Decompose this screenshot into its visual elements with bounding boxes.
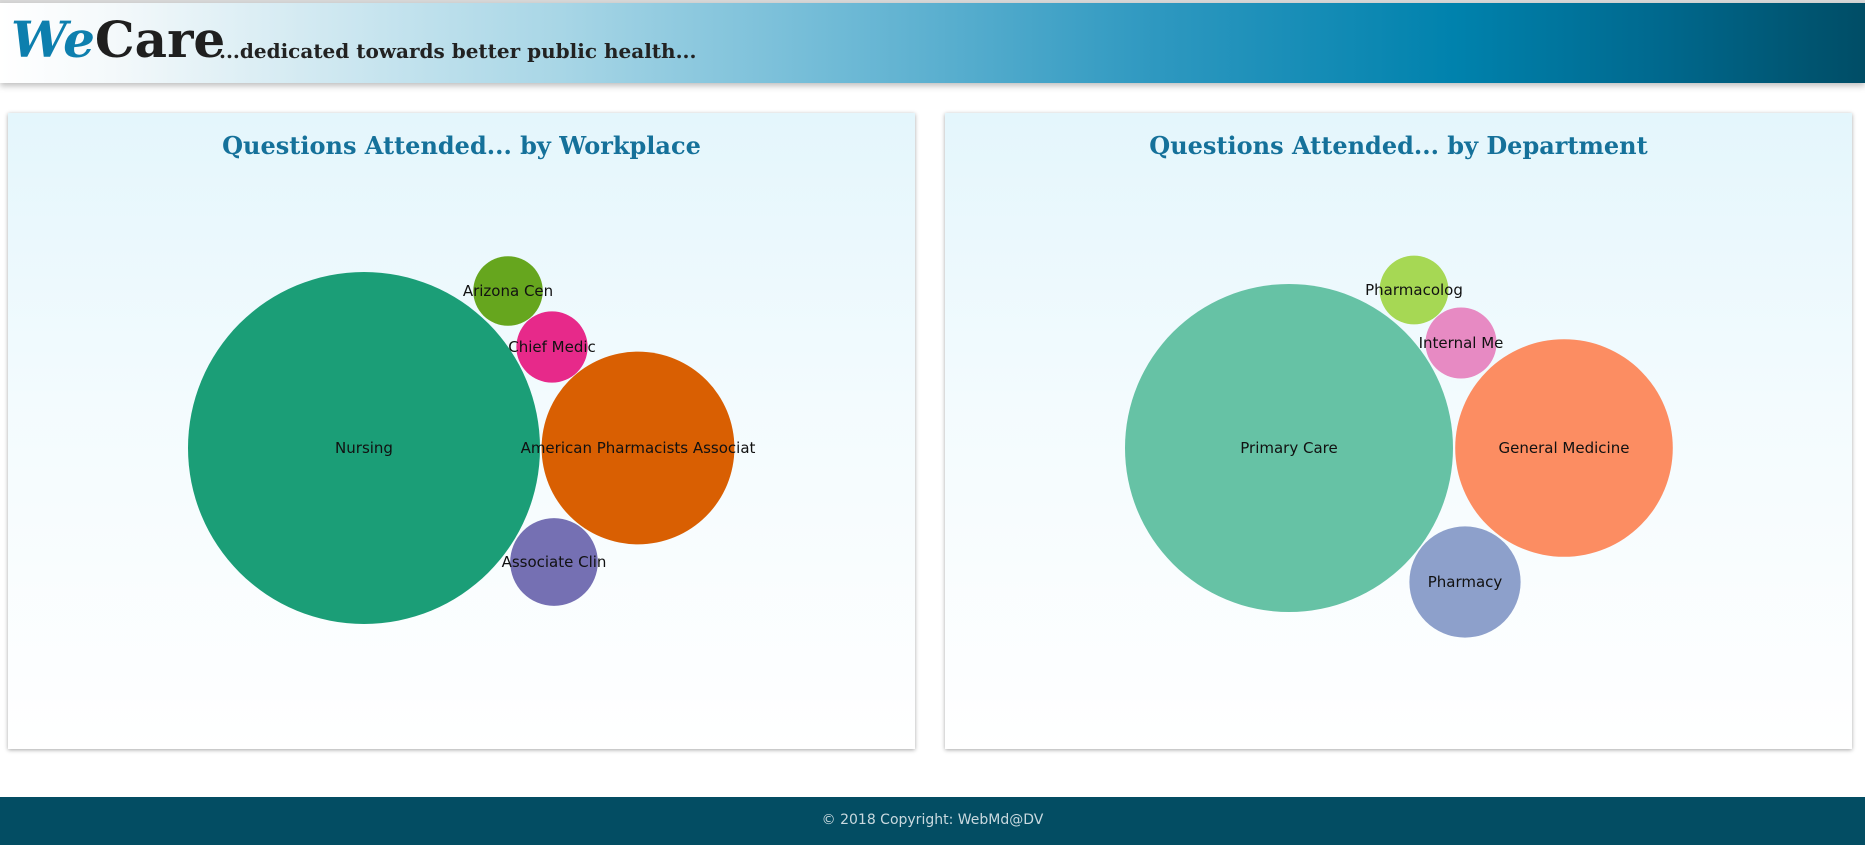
bubble-label: Internal Me <box>1419 334 1504 352</box>
footer: © 2018 Copyright: WebMd@DV <box>0 797 1865 845</box>
bubble-nursing[interactable]: Nursing <box>188 272 540 624</box>
bubble-label: American Pharmacists Associat <box>521 439 756 457</box>
bubble-general-medicine[interactable]: General Medicine <box>1455 339 1673 557</box>
department-chart-panel: Questions Attended... by Department Prim… <box>945 113 1852 749</box>
bubble-primary-care[interactable]: Primary Care <box>1125 284 1453 612</box>
bubble-pharmacy[interactable]: Pharmacy <box>1409 526 1521 638</box>
bubble-label: Chief Medic <box>508 338 596 356</box>
bubble-label: Associate Clin <box>502 553 607 571</box>
app-header: WeCare ...dedicated towards better publi… <box>0 3 1865 83</box>
workplace-chart-panel: Questions Attended... by Workplace Nursi… <box>8 113 915 749</box>
bubble-label: Nursing <box>335 439 393 457</box>
department-bubble-chart: Primary Care General Medicine Pharmacy Inte… <box>1125 255 1673 638</box>
bubble-label: Pharmacolog <box>1365 281 1463 299</box>
bubble-label: Pharmacy <box>1428 573 1503 591</box>
app-logo[interactable]: WeCare <box>11 7 225 73</box>
tagline: ...dedicated towards better public healt… <box>219 39 697 63</box>
logo-we: We <box>11 10 95 69</box>
logo-care: Care <box>94 10 226 69</box>
bubble-label: Arizona Cen <box>463 282 553 300</box>
bubble-label: Primary Care <box>1240 439 1337 457</box>
bubble-label: General Medicine <box>1499 439 1630 457</box>
workplace-bubble-chart: Nursing American Pharmacists Associat Asso… <box>188 256 756 624</box>
copyright-text: © 2018 Copyright: WebMd@DV <box>821 812 1044 828</box>
